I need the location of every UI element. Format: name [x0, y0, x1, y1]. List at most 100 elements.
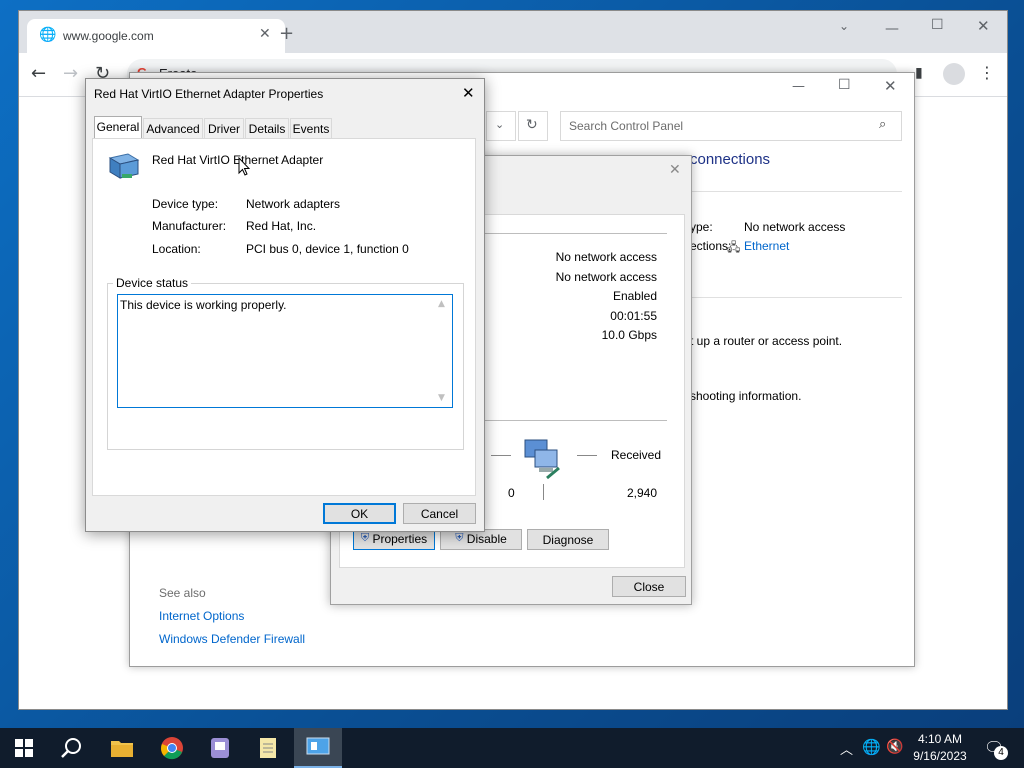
ok-label: OK	[350, 507, 369, 521]
clock-time[interactable]: 4:10 AM	[914, 732, 966, 746]
ok-button[interactable]: OK	[323, 503, 396, 524]
notepad-icon	[260, 738, 276, 758]
media-state-value: Enabled	[612, 289, 657, 303]
start-button[interactable]	[0, 728, 48, 768]
status-properties-button[interactable]: ⛨ Properties	[353, 529, 435, 550]
app-taskbar-button[interactable]	[196, 728, 244, 768]
app-icon	[211, 738, 229, 758]
search-button[interactable]	[48, 728, 96, 768]
volume-muted-icon[interactable]: 🔇	[886, 738, 903, 755]
access-type-value: No network access	[744, 220, 846, 234]
back-icon[interactable]: ←	[31, 63, 46, 84]
troubleshoot-text: shooting information.	[690, 389, 802, 403]
tab-title: www.google.com	[63, 29, 154, 43]
tab-search-chevron-icon[interactable]: ⌄	[839, 19, 849, 33]
refresh-icon: ↻	[526, 117, 538, 133]
mouse-cursor-icon	[238, 156, 251, 177]
ipv4-connectivity-value: No network access	[555, 250, 657, 264]
taskbar: ︿ 🌐 🔇 4:10 AM 9/16/2023 🗨 4	[0, 728, 1024, 768]
chrome-tab-bar: 🌐 www.google.com ✕ + ⌄ — ☐ ✕	[19, 11, 1007, 53]
tab-general-label: General	[96, 120, 140, 134]
ethernet-link[interactable]: Ethernet	[744, 239, 789, 253]
shield-icon-2: ⛨	[455, 532, 464, 544]
tab-details[interactable]: Details	[245, 118, 289, 138]
network-globe-icon[interactable]: 🌐	[862, 738, 881, 756]
received-label: Received	[611, 448, 662, 462]
maximize-icon[interactable]: ☐	[931, 17, 944, 33]
see-also-heading: See also	[159, 586, 206, 600]
activity-sep	[481, 420, 667, 421]
bytes-sent-value: 0	[508, 486, 515, 500]
scroll-down-icon[interactable]: ▼	[438, 393, 445, 403]
close-label: Close	[633, 580, 665, 594]
cp-search-input[interactable]: Search Control Panel ⌕	[560, 111, 902, 141]
menu-kebab-icon[interactable]: ⋮	[979, 63, 995, 82]
show-hidden-icons-icon[interactable]: ︿	[840, 739, 853, 758]
control-panel-taskbar-button[interactable]	[294, 728, 342, 768]
diagnose-label: Diagnose	[542, 533, 594, 547]
chrome-icon	[161, 737, 183, 760]
shield-icon: ⛨	[360, 532, 370, 544]
file-explorer-button[interactable]	[98, 728, 146, 768]
scroll-up-icon[interactable]: ▲	[438, 299, 445, 309]
cp-close-icon[interactable]: ✕	[884, 77, 897, 95]
device-status-text: This device is working properly.	[120, 298, 287, 312]
cp-maximize-icon[interactable]: ☐	[838, 77, 851, 93]
status-sep	[481, 233, 667, 234]
cancel-button[interactable]: Cancel	[403, 503, 476, 524]
speed-value: 10.0 Gbps	[601, 328, 657, 342]
cp-minimize-icon[interactable]: —	[792, 79, 805, 94]
network-adapter-icon	[108, 152, 140, 182]
location-value: PCI bus 0, device 1, function 0	[246, 242, 409, 256]
network-computers-icon	[523, 438, 563, 482]
minimize-icon[interactable]: —	[885, 21, 899, 37]
network-settings-icon	[306, 737, 330, 755]
new-tab-icon[interactable]: +	[279, 23, 294, 44]
bytes-sep	[543, 484, 544, 500]
tab-advanced[interactable]: Advanced	[143, 118, 203, 138]
device-type-label: Device type:	[152, 197, 219, 211]
notification-count-badge: 4	[994, 746, 1008, 760]
tab-general[interactable]: General	[94, 116, 142, 138]
ipv6-connectivity-value: No network access	[555, 270, 657, 284]
manufacturer-label: Manufacturer:	[152, 219, 227, 233]
tab-driver-label: Driver	[208, 122, 240, 136]
tab-close-icon[interactable]: ✕	[259, 26, 271, 42]
windows-firewall-link[interactable]: Windows Defender Firewall	[159, 632, 305, 646]
sent-line	[491, 455, 511, 456]
tab-events-label: Events	[292, 122, 330, 136]
bytes-received-value: 2,940	[626, 486, 657, 500]
notepad-taskbar-button[interactable]	[244, 728, 292, 768]
duration-value: 00:01:55	[610, 309, 657, 323]
chevron-down-icon: ⌄	[495, 118, 505, 131]
tab-events[interactable]: Events	[290, 118, 332, 138]
side-panel-icon[interactable]: ▮	[915, 65, 923, 81]
properties-label: Properties	[372, 532, 428, 546]
internet-options-link[interactable]: Internet Options	[159, 609, 244, 623]
forward-icon[interactable]: →	[63, 63, 78, 84]
properties-close-icon[interactable]: ✕	[462, 84, 475, 102]
manufacturer-value: Red Hat, Inc.	[246, 219, 317, 233]
device-status-textbox[interactable]: This device is working properly. ▲ ▼	[117, 294, 453, 408]
connections-label: ections:	[690, 239, 732, 253]
cp-search-placeholder: Search Control Panel	[569, 119, 684, 133]
location-label: Location:	[152, 242, 201, 256]
close-icon[interactable]: ✕	[977, 17, 990, 35]
clock-date[interactable]: 9/16/2023	[911, 749, 969, 763]
access-type-label: ype:	[690, 220, 713, 234]
chrome-taskbar-button[interactable]	[148, 728, 196, 768]
tab-advanced-label: Advanced	[146, 122, 200, 136]
status-close-icon[interactable]: ✕	[669, 162, 681, 178]
cp-dropdown[interactable]: ⌄	[486, 111, 516, 141]
device-status-label: Device status	[113, 276, 192, 290]
router-text: t up a router or access point.	[690, 334, 843, 348]
tab-driver[interactable]: Driver	[204, 118, 244, 138]
globe-icon: 🌐	[39, 27, 57, 43]
status-close-button[interactable]: Close	[612, 576, 686, 597]
chrome-tab[interactable]: 🌐 www.google.com ✕	[27, 19, 285, 53]
profile-avatar-icon[interactable]	[943, 63, 965, 85]
status-disable-button[interactable]: ⛨ Disable	[440, 529, 522, 550]
cp-refresh-button[interactable]: ↻	[518, 111, 548, 141]
received-line	[577, 455, 597, 456]
status-diagnose-button[interactable]: Diagnose	[527, 529, 609, 550]
